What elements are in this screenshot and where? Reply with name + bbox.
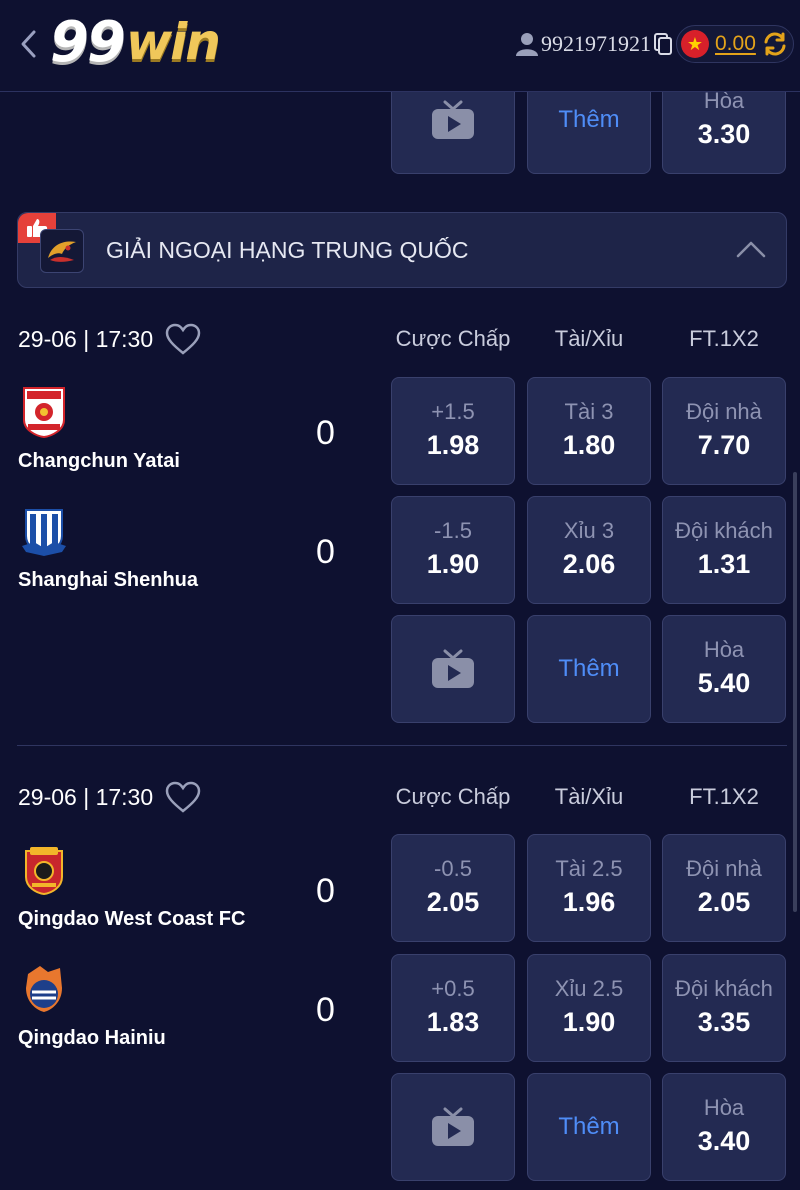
user-id: 9921971921 <box>541 31 651 56</box>
score-away: 0 <box>316 991 335 1029</box>
balance-amount[interactable]: 0.00 <box>715 32 756 56</box>
team-name-away: Qingdao Hainiu <box>18 1027 166 1049</box>
dragon-emblem-icon <box>48 241 76 262</box>
heart-icon[interactable] <box>165 781 201 813</box>
match-datetime: 29-06 | 17:30 <box>18 323 201 355</box>
handicap-odds-away[interactable]: +0.5 1.83 <box>391 954 515 1062</box>
score-home: 0 <box>316 872 335 910</box>
team-name-home: Changchun Yatai <box>18 450 180 472</box>
home-win-odds[interactable]: Đội nhà 7.70 <box>662 377 786 485</box>
brand-logo[interactable]: 99 win <box>50 10 221 75</box>
more-markets-button[interactable]: Thêm <box>527 615 651 723</box>
heart-icon[interactable] <box>165 323 201 355</box>
draw-odds-button[interactable]: Hòa 5.40 <box>662 615 786 723</box>
handicap-odds-home[interactable]: +1.5 1.98 <box>391 377 515 485</box>
back-button[interactable] <box>14 26 42 62</box>
tv-icon <box>432 649 474 688</box>
under-odds-away[interactable]: Xỉu 2.5 1.90 <box>527 954 651 1062</box>
user-account: 9921971921 <box>516 26 672 62</box>
vietnam-flag-icon: ★ <box>681 30 709 58</box>
team-name-away: Shanghai Shenhua <box>18 569 199 591</box>
away-win-odds[interactable]: Đội khách 3.35 <box>662 954 786 1062</box>
handicap-odds-home[interactable]: -0.5 2.05 <box>391 834 515 942</box>
chevron-left-icon <box>21 30 36 58</box>
league-header[interactable]: GIẢI NGOẠI HẠNG TRUNG QUỐC <box>17 212 787 288</box>
col-head-ft1x2: FT.1X2 <box>689 326 759 351</box>
league-name: GIẢI NGOẠI HẠNG TRUNG QUỐC <box>106 237 469 263</box>
tv-icon <box>432 1107 474 1146</box>
away-win-odds[interactable]: Đội khách 1.31 <box>662 496 786 604</box>
match-divider <box>17 745 787 746</box>
score-away: 0 <box>316 533 335 571</box>
col-head-over-under: Tài/Xỉu <box>554 326 624 351</box>
col-head-handicap: Cược Chấp <box>395 326 511 351</box>
more-markets-button[interactable]: Thêm <box>527 1073 651 1181</box>
team-logo-shanghai <box>22 509 66 556</box>
draw-odds-button[interactable]: Hòa 3.40 <box>662 1073 786 1181</box>
copy-icon[interactable] <box>654 33 672 55</box>
col-head-ft1x2: FT.1X2 <box>689 784 759 809</box>
tv-icon <box>432 100 474 139</box>
score-home: 0 <box>316 414 335 452</box>
chevron-up-icon[interactable] <box>736 239 766 259</box>
match-datetime: 29-06 | 17:30 <box>18 781 201 813</box>
refresh-icon[interactable] <box>762 31 788 57</box>
col-head-handicap: Cược Chấp <box>395 784 511 809</box>
tv-button[interactable] <box>391 615 515 723</box>
home-win-odds[interactable]: Đội nhà 2.05 <box>662 834 786 942</box>
top-bar: 99 win 9921971921 ★ 0.00 <box>0 0 800 92</box>
team-logo-changchun <box>23 387 65 438</box>
scrollbar[interactable] <box>793 472 797 912</box>
col-head-over-under: Tài/Xỉu <box>554 784 624 809</box>
team-name-home: Qingdao West Coast FC <box>18 908 246 930</box>
under-odds-away[interactable]: Xỉu 3 2.06 <box>527 496 651 604</box>
over-odds-home[interactable]: Tài 3 1.80 <box>527 377 651 485</box>
league-logo <box>40 229 84 273</box>
handicap-odds-away[interactable]: -1.5 1.90 <box>391 496 515 604</box>
tv-button[interactable] <box>391 1073 515 1181</box>
over-odds-home[interactable]: Tài 2.5 1.96 <box>527 834 651 942</box>
balance-pill: ★ 0.00 <box>676 25 794 63</box>
user-icon <box>516 33 538 56</box>
team-logo-qingdao-hainiu <box>26 966 62 1012</box>
team-logo-qingdao-west-coast <box>25 847 63 896</box>
